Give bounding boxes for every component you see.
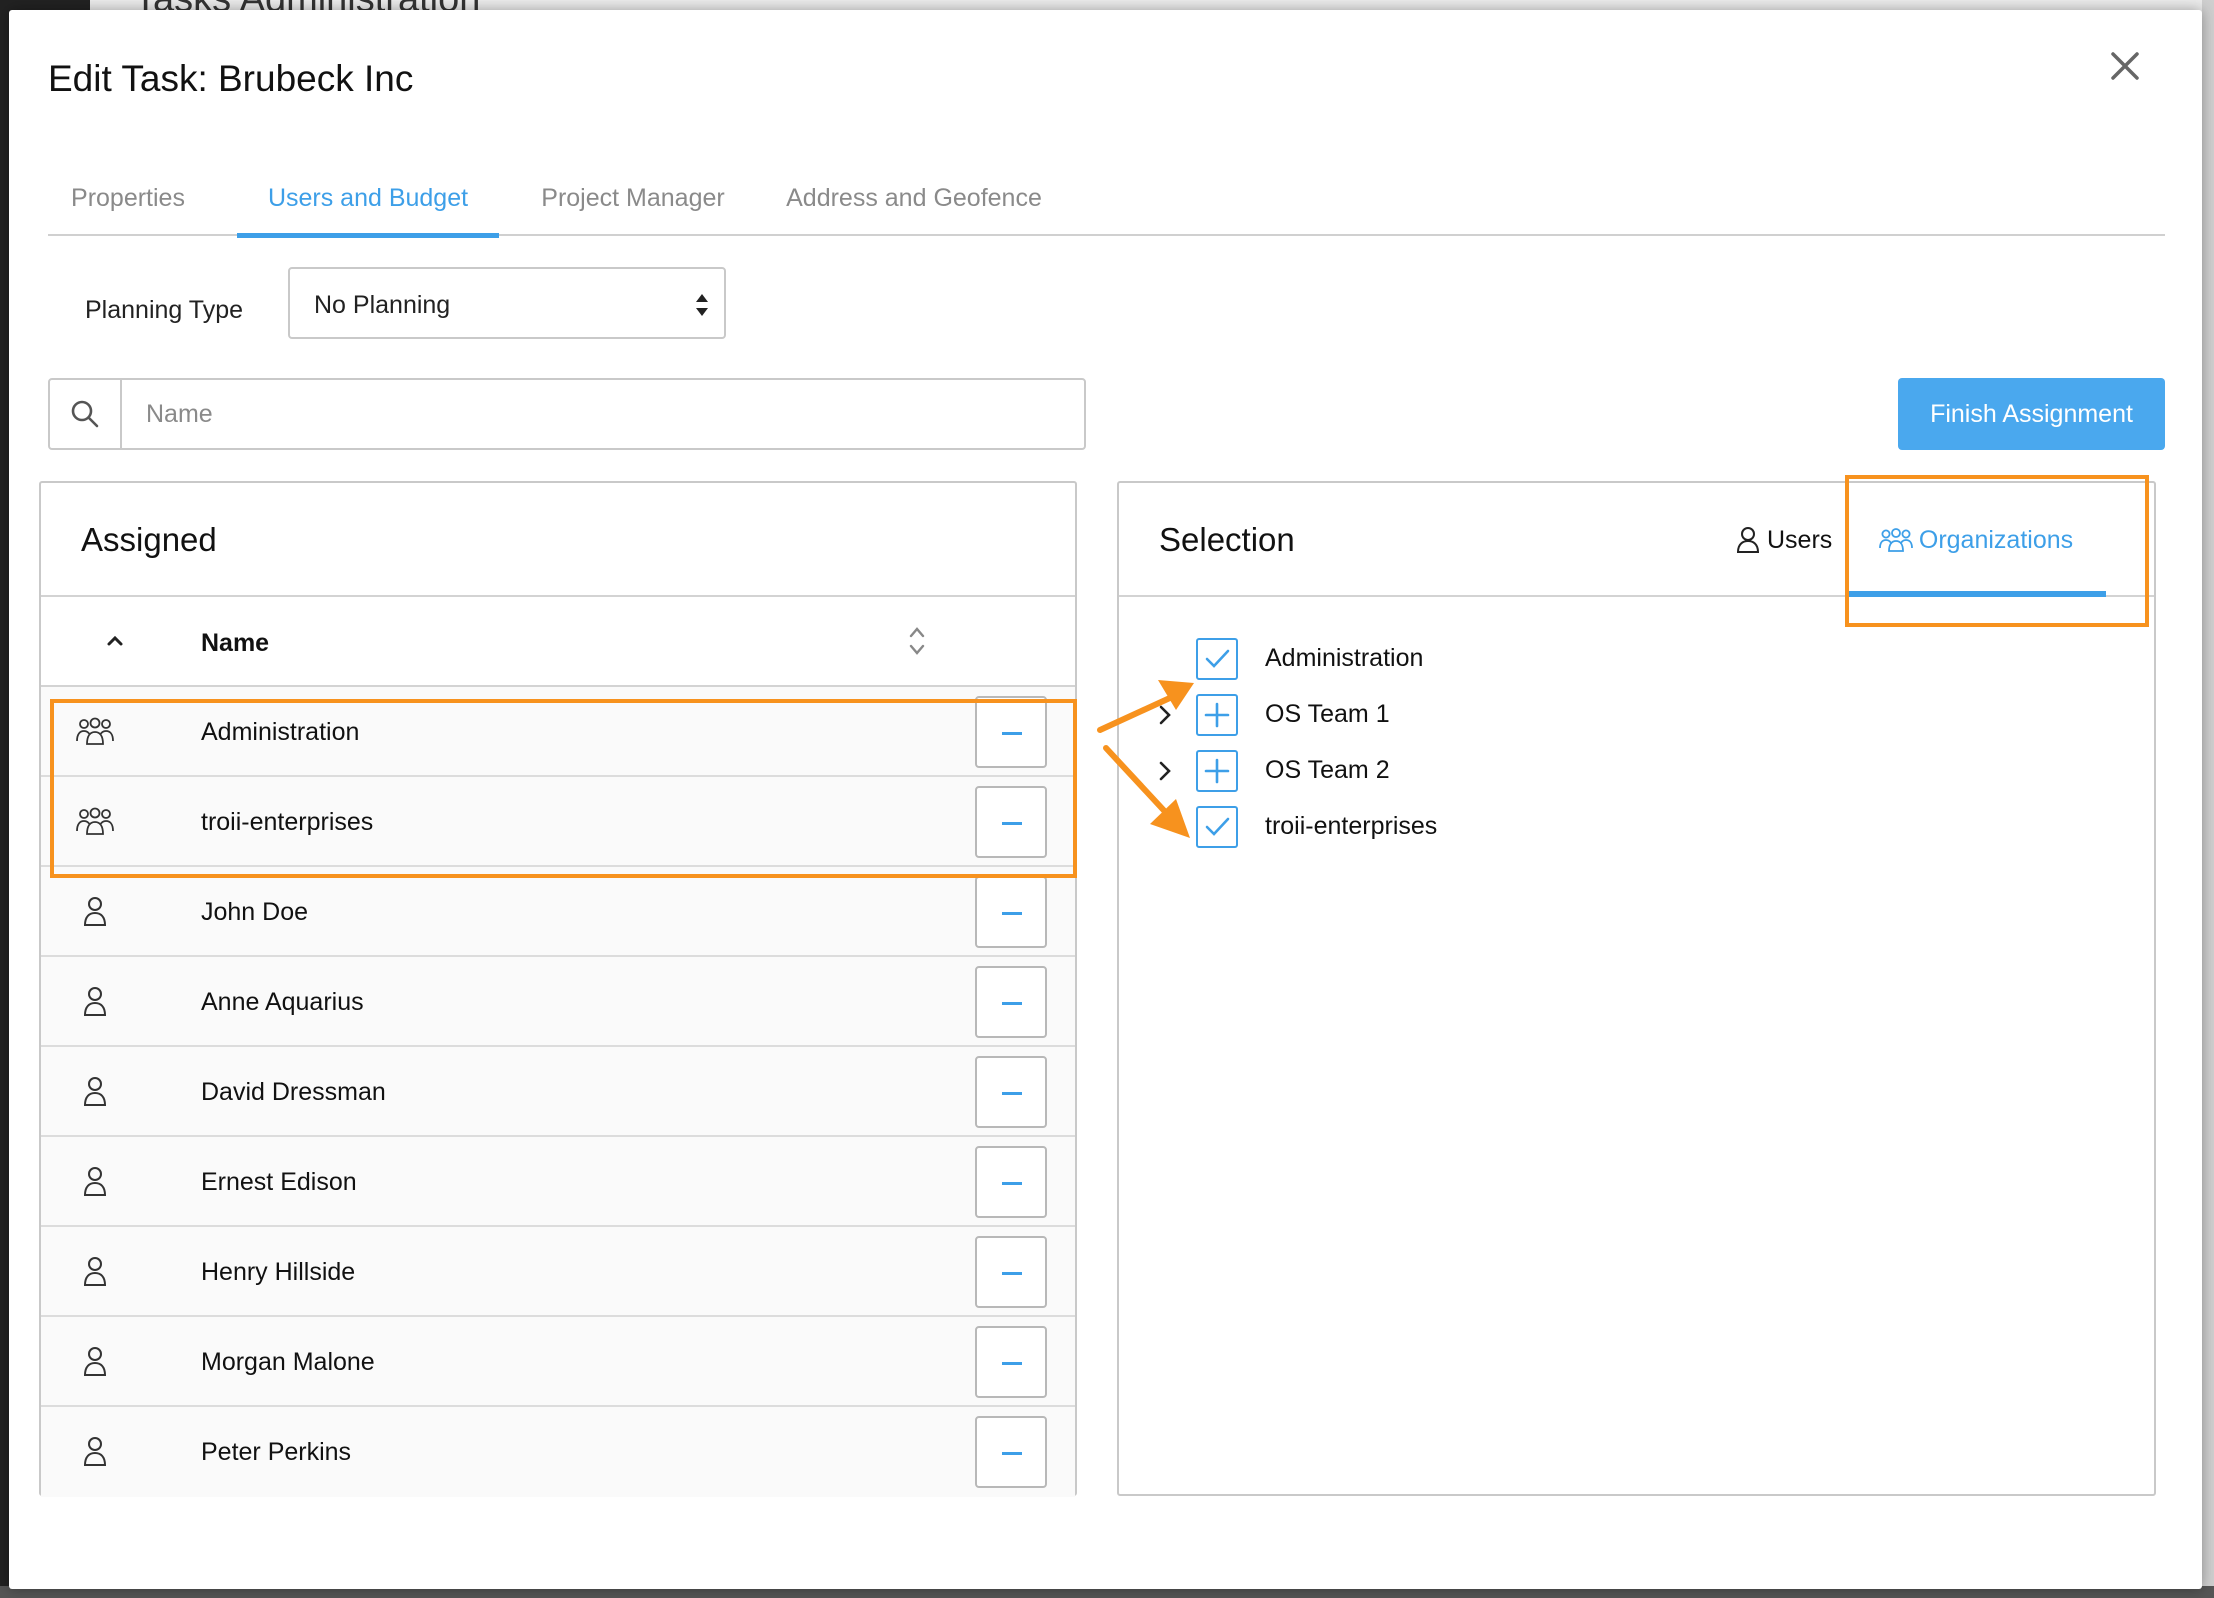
chevron-up-icon[interactable] xyxy=(101,627,129,655)
remove-button[interactable] xyxy=(975,1326,1047,1398)
row-name: Morgan Malone xyxy=(201,1348,375,1376)
user-icon xyxy=(75,1074,115,1108)
tree-item: OS Team 1 xyxy=(1119,686,1719,742)
remove-button[interactable] xyxy=(975,1236,1047,1308)
organization-icon xyxy=(75,804,115,838)
remove-button[interactable] xyxy=(975,786,1047,858)
tab-project-manager[interactable]: Project Manager xyxy=(527,160,739,236)
user-icon xyxy=(1736,527,1760,553)
remove-button[interactable] xyxy=(975,1416,1047,1488)
tab-users-and-budget[interactable]: Users and Budget xyxy=(237,160,499,238)
planning-type-label: Planning Type xyxy=(85,296,243,324)
user-icon xyxy=(75,984,115,1018)
finish-assignment-button[interactable]: Finish Assignment xyxy=(1898,378,2165,450)
column-header-name[interactable]: Name xyxy=(201,629,269,658)
planning-type-value: No Planning xyxy=(314,291,451,319)
user-icon xyxy=(75,1344,115,1378)
remove-button[interactable] xyxy=(975,1056,1047,1128)
selection-header: Selection Users Organizations xyxy=(1119,483,2154,597)
remove-button[interactable] xyxy=(975,876,1047,948)
add-checkbox[interactable] xyxy=(1196,750,1238,792)
checkmark-icon xyxy=(1205,817,1230,836)
organization-icon xyxy=(1878,528,1913,552)
assigned-rows: Administration troii-enterprises John Doe A… xyxy=(41,687,1075,1497)
chevron-right-icon[interactable] xyxy=(1157,758,1173,784)
selection-tab-organizations-label: Organizations xyxy=(1918,525,2074,554)
assigned-header: Assigned xyxy=(41,483,1075,597)
row-name: Anne Aquarius xyxy=(201,988,364,1016)
assigned-title: Assigned xyxy=(81,521,217,558)
table-row: David Dressman xyxy=(41,1047,1075,1137)
assigned-panel: Assigned Name Administration troii-enterp… xyxy=(39,481,1077,1497)
row-name: John Doe xyxy=(201,898,309,926)
row-name: Administration xyxy=(201,718,360,746)
tree-item: troii-enterprises xyxy=(1119,798,1719,854)
table-row: Ernest Edison xyxy=(41,1137,1075,1227)
search-input[interactable] xyxy=(124,380,1084,448)
selection-tab-users-label: Users xyxy=(1767,525,1833,554)
selection-tab-organizations[interactable]: Organizations xyxy=(1846,483,2106,597)
checkmark-icon xyxy=(1205,649,1230,668)
user-icon xyxy=(75,1254,115,1288)
search-icon xyxy=(50,380,122,448)
assigned-table-header: Name xyxy=(41,597,1075,687)
row-name: Peter Perkins xyxy=(201,1438,352,1466)
tab-address-and-geofence[interactable]: Address and Geofence xyxy=(764,160,1064,236)
plus-icon xyxy=(1204,758,1230,784)
tree-item-label: troii-enterprises xyxy=(1265,812,1438,840)
table-row: troii-enterprises xyxy=(41,777,1075,867)
edit-task-modal: Edit Task: Brubeck Inc Properties Users … xyxy=(9,10,2202,1589)
organization-icon xyxy=(75,714,115,748)
row-name: troii-enterprises xyxy=(201,808,374,836)
remove-button[interactable] xyxy=(975,1146,1047,1218)
search-box xyxy=(48,378,1086,450)
table-row: John Doe xyxy=(41,867,1075,957)
user-icon xyxy=(75,1164,115,1198)
tree-item: Administration xyxy=(1119,630,1719,686)
user-icon xyxy=(75,1434,115,1468)
background-edge xyxy=(2202,0,2214,1598)
table-row: Administration xyxy=(41,687,1075,777)
row-name: David Dressman xyxy=(201,1078,386,1106)
tree-item: OS Team 2 xyxy=(1119,742,1719,798)
sort-icon[interactable] xyxy=(905,623,929,659)
table-row: Henry Hillside xyxy=(41,1227,1075,1317)
modal-title: Edit Task: Brubeck Inc xyxy=(48,58,414,99)
user-icon xyxy=(75,894,115,928)
close-icon[interactable] xyxy=(2103,44,2147,88)
remove-button[interactable] xyxy=(975,966,1047,1038)
row-name: Ernest Edison xyxy=(201,1168,357,1196)
select-arrows-icon xyxy=(696,294,708,316)
tree-item-label: OS Team 1 xyxy=(1265,700,1390,728)
selection-tab-users[interactable]: Users xyxy=(1735,483,1845,597)
planning-type-select[interactable]: No Planning xyxy=(288,267,726,339)
chevron-right-icon[interactable] xyxy=(1157,702,1173,728)
selection-panel: Selection Users Organizations Administra… xyxy=(1117,481,2156,1496)
row-name: Henry Hillside xyxy=(201,1258,356,1286)
plus-icon xyxy=(1204,702,1230,728)
tree-item-label: OS Team 2 xyxy=(1265,756,1390,784)
add-checkbox[interactable] xyxy=(1196,694,1238,736)
remove-button[interactable] xyxy=(975,696,1047,768)
table-row: Anne Aquarius xyxy=(41,957,1075,1047)
checkbox-checked[interactable] xyxy=(1196,638,1238,680)
active-tab-underline xyxy=(1846,591,2106,597)
table-row: Morgan Malone xyxy=(41,1317,1075,1407)
checkbox-checked[interactable] xyxy=(1196,806,1238,848)
tree-item-label: Administration xyxy=(1265,644,1424,672)
tab-properties[interactable]: Properties xyxy=(48,160,208,236)
table-row: Peter Perkins xyxy=(41,1407,1075,1497)
tab-bar: Properties Users and Budget Project Mana… xyxy=(48,160,2165,238)
selection-title: Selection xyxy=(1159,521,1295,558)
